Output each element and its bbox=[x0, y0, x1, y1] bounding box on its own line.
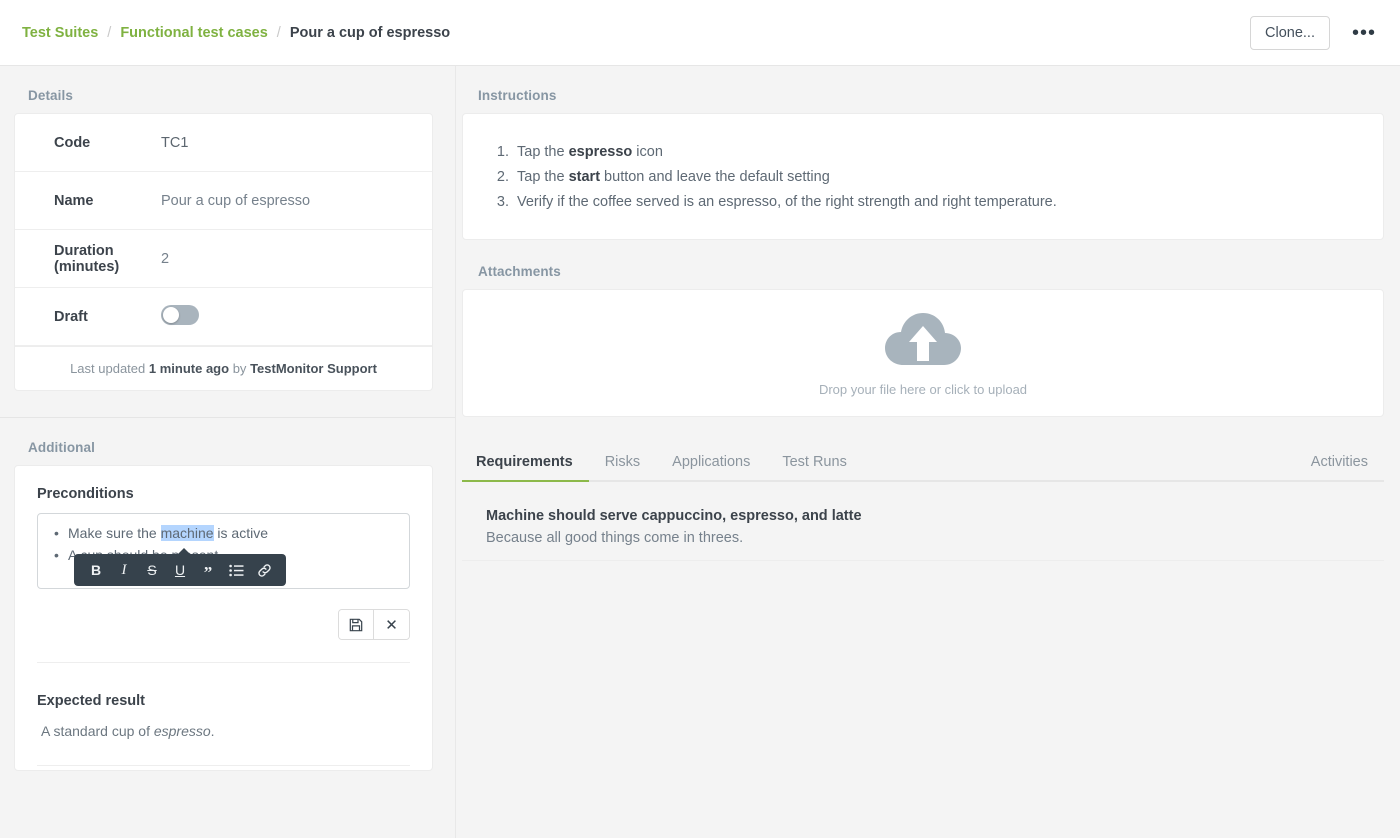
last-updated-user: TestMonitor Support bbox=[250, 361, 377, 376]
tab-activities[interactable]: Activities bbox=[1295, 444, 1384, 482]
preconditions-block: Preconditions Make sure the machine is a… bbox=[15, 466, 432, 667]
italic-icon[interactable]: I bbox=[110, 555, 138, 585]
page-body: Details Code TC1 Name Pour a cup of espr… bbox=[0, 66, 1400, 838]
expected-result-text[interactable]: A standard cup of espresso. bbox=[37, 723, 410, 739]
right-column: Instructions Tap the espresso icon Tap t… bbox=[456, 66, 1400, 838]
list-item: Verify if the coffee served is an espres… bbox=[513, 190, 1361, 215]
requirement-title: Machine should serve cappuccino, espress… bbox=[486, 508, 862, 524]
strikethrough-icon[interactable]: S bbox=[138, 555, 166, 585]
attachments-section-label: Attachments bbox=[478, 264, 561, 279]
instructions-card: Tap the espresso icon Tap the start butt… bbox=[462, 113, 1384, 240]
draft-toggle-knob bbox=[163, 306, 179, 323]
additional-card: Preconditions Make sure the machine is a… bbox=[14, 465, 433, 771]
expected-result-block: Expected result A standard cup of espres… bbox=[15, 667, 432, 770]
list-item[interactable]: Make sure the machine is active bbox=[52, 522, 395, 544]
detail-value-code[interactable]: TC1 bbox=[161, 135, 188, 151]
instruction-text-bold: start bbox=[568, 169, 601, 185]
tab-bar: Requirements Risks Applications Test Run… bbox=[462, 442, 1384, 482]
detail-value-name[interactable]: Pour a cup of espresso bbox=[161, 193, 310, 209]
tab-test-runs[interactable]: Test Runs bbox=[766, 444, 862, 482]
last-updated-time: 1 minute ago bbox=[148, 361, 230, 376]
expected-text-italic: espresso bbox=[153, 723, 211, 739]
instruction-text-after: button and leave the default setting bbox=[600, 169, 830, 185]
dropzone-label: Drop your file here or click to upload bbox=[818, 382, 1028, 397]
editor-action-group: ✕ bbox=[338, 609, 410, 640]
save-icon[interactable] bbox=[339, 610, 374, 639]
expected-result-title: Expected result bbox=[37, 693, 145, 709]
detail-row-name: Name Pour a cup of espresso bbox=[15, 172, 432, 230]
top-bar: Test Suites / Functional test cases / Po… bbox=[0, 0, 1400, 66]
instruction-text-before: Verify if the coffee served is an espres… bbox=[517, 194, 1057, 210]
last-updated-prefix: Last updated bbox=[70, 361, 146, 376]
draft-toggle[interactable] bbox=[161, 304, 199, 325]
cancel-icon[interactable]: ✕ bbox=[374, 610, 409, 639]
breadcrumb-separator: / bbox=[276, 24, 281, 41]
tab-requirements[interactable]: Requirements bbox=[462, 444, 589, 482]
more-options-icon[interactable]: ••• bbox=[1346, 19, 1382, 47]
cloud-upload-icon bbox=[882, 309, 964, 374]
breadcrumb-link-test-suites[interactable]: Test Suites bbox=[22, 25, 98, 41]
attachments-card: Drop your file here or click to upload bbox=[462, 289, 1384, 417]
breadcrumb: Test Suites / Functional test cases / Po… bbox=[22, 25, 450, 41]
expected-sub-divider bbox=[37, 765, 410, 766]
bold-icon[interactable]: B bbox=[82, 555, 110, 585]
additional-section-label: Additional bbox=[28, 440, 95, 455]
detail-value-duration[interactable]: 2 bbox=[161, 251, 169, 267]
list-item: Tap the start button and leave the defau… bbox=[513, 165, 1361, 190]
editor-actions: ✕ bbox=[37, 609, 410, 640]
expected-text-after: . bbox=[210, 723, 215, 739]
preconditions-title: Preconditions bbox=[37, 486, 134, 502]
detail-row-draft: Draft bbox=[15, 288, 432, 346]
detail-label-draft: Draft bbox=[54, 308, 88, 325]
last-updated-footer: Last updated 1 minute ago by TestMonitor… bbox=[15, 346, 432, 390]
tab-applications[interactable]: Applications bbox=[656, 444, 766, 482]
detail-label-code: Code bbox=[54, 134, 91, 151]
instruction-text-before: Tap the bbox=[517, 144, 569, 160]
breadcrumb-separator: / bbox=[107, 24, 112, 41]
detail-label-name: Name bbox=[54, 192, 94, 209]
instructions-list: Tap the espresso icon Tap the start butt… bbox=[513, 140, 1361, 215]
instruction-text-after: icon bbox=[632, 144, 663, 160]
requirements-list: Machine should serve cappuccino, espress… bbox=[456, 482, 1400, 561]
preconditions-editor[interactable]: Make sure the machine is active A cup sh… bbox=[37, 513, 410, 589]
details-section-label: Details bbox=[28, 88, 73, 103]
instruction-text-before: Tap the bbox=[517, 169, 569, 185]
blockquote-icon[interactable]: ” bbox=[194, 555, 222, 585]
expected-text-before: A standard cup of bbox=[41, 723, 154, 739]
detail-value-draft bbox=[161, 304, 199, 329]
tab-risks[interactable]: Risks bbox=[589, 444, 656, 482]
clone-button[interactable]: Clone... bbox=[1250, 15, 1330, 50]
formatting-toolbar: B I S U ” bbox=[74, 548, 286, 586]
breadcrumb-current-page: Pour a cup of espresso bbox=[289, 24, 451, 41]
selected-text: machine bbox=[160, 525, 214, 541]
detail-row-duration: Duration (minutes) 2 bbox=[15, 230, 432, 288]
link-icon[interactable] bbox=[250, 555, 278, 585]
details-card: Code TC1 Name Pour a cup of espresso Dur… bbox=[14, 113, 433, 391]
list-item[interactable]: Machine should serve cappuccino, espress… bbox=[462, 508, 1384, 561]
left-column: Details Code TC1 Name Pour a cup of espr… bbox=[0, 66, 456, 838]
precondition-text-before: Make sure the bbox=[68, 525, 161, 541]
breadcrumb-link-functional-test-cases[interactable]: Functional test cases bbox=[120, 25, 267, 41]
additional-sub-divider bbox=[37, 662, 410, 663]
underline-icon[interactable]: U bbox=[166, 555, 194, 585]
bullet-list-icon[interactable] bbox=[222, 555, 250, 585]
detail-row-code: Code TC1 bbox=[15, 114, 432, 172]
attachment-dropzone[interactable]: Drop your file here or click to upload bbox=[463, 290, 1383, 416]
requirement-description: Because all good things come in threes. bbox=[486, 530, 744, 546]
last-updated-by: by bbox=[232, 361, 247, 376]
instruction-text-bold: espresso bbox=[568, 144, 633, 160]
instructions-section-label: Instructions bbox=[478, 88, 557, 103]
list-item: Tap the espresso icon bbox=[513, 140, 1361, 165]
detail-label-duration: Duration (minutes) bbox=[54, 242, 120, 275]
precondition-text-after: is active bbox=[213, 525, 268, 541]
